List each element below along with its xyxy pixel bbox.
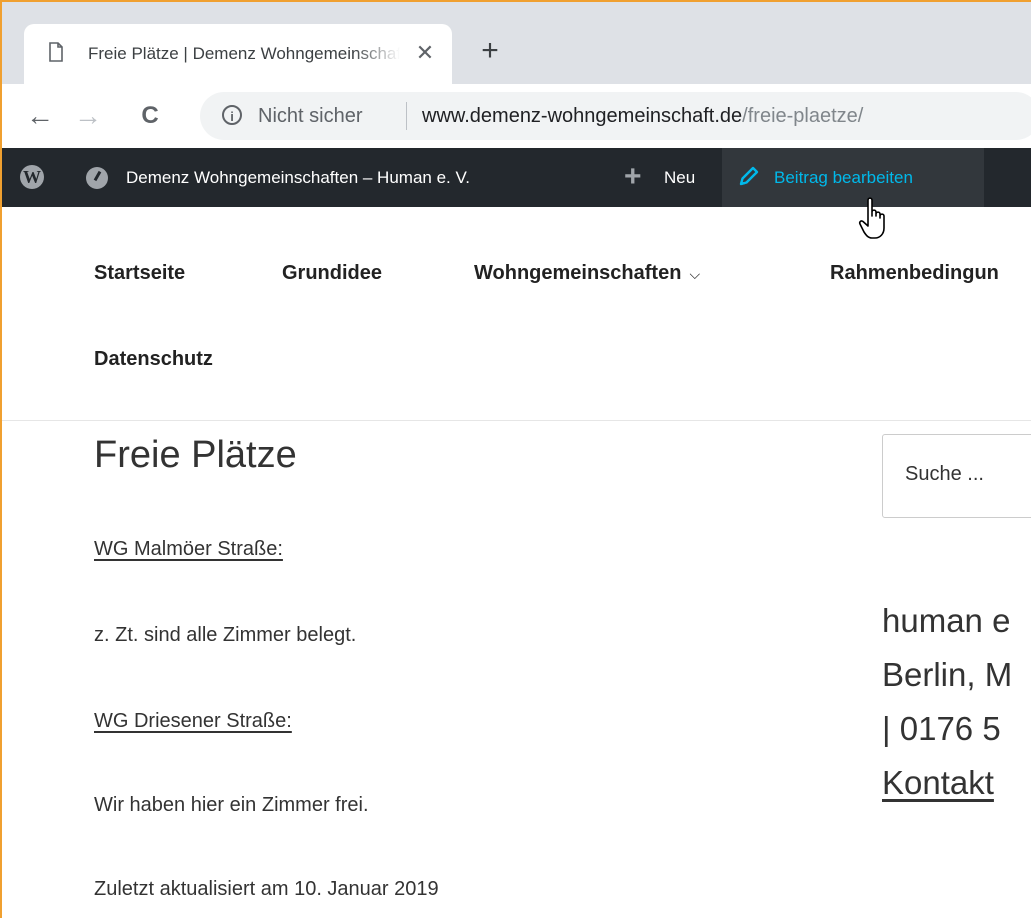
tab-title: Freie Plätze | Demenz Wohngemeinschaften…	[88, 44, 400, 63]
wg-driesener-status: Wir haben hier ein Zimmer frei.	[94, 794, 369, 816]
nav-startseite[interactable]: Startseite	[94, 262, 185, 285]
nav-wohngemeinschaften-label: Wohngemeinschaften	[474, 262, 682, 284]
close-tab-icon[interactable]: ✕	[412, 40, 438, 66]
adminbar-site-name[interactable]: Demenz Wohngemeinschaften – Human e. V.	[126, 148, 470, 207]
nav-wohngemeinschaften[interactable]: Wohngemeinschaften ⌵	[474, 262, 700, 285]
wg-malmoer-status: z. Zt. sind alle Zimmer belegt.	[94, 624, 357, 646]
contact-widget-line: human e	[882, 602, 1011, 639]
wordpress-logo-icon[interactable]: W	[20, 165, 44, 189]
window-border-left	[0, 0, 2, 918]
last-updated-text: Zuletzt aktualisiert am 10. Januar 2019	[94, 878, 439, 900]
search-input[interactable]: Suche ...	[882, 434, 1031, 518]
browser-toolbar: ← → C i Nicht sicher www.demenz-wohngeme…	[2, 84, 1031, 148]
omnibox-divider	[406, 102, 407, 130]
address-bar[interactable]: i Nicht sicher www.demenz-wohngemeinscha…	[200, 92, 1031, 140]
browser-tabstrip: Freie Plätze | Demenz Wohngemeinschaften…	[2, 2, 1031, 86]
header-divider	[2, 420, 1031, 421]
wg-driesener-heading: WG Driesener Straße:	[94, 710, 292, 732]
adminbar-new[interactable]: Neu	[664, 148, 695, 207]
plus-icon[interactable]: +	[624, 148, 642, 207]
contact-widget-line: Berlin, M	[882, 656, 1013, 693]
edit-post-button[interactable]: Beitrag bearbeiten	[722, 148, 984, 207]
dashboard-icon[interactable]	[86, 167, 108, 189]
contact-widget-line: | 0176 5	[882, 710, 1001, 747]
forward-button[interactable]: →	[70, 98, 106, 134]
back-button[interactable]: ←	[22, 98, 58, 134]
nav-datenschutz[interactable]: Datenschutz	[94, 348, 213, 371]
nav-rahmenbedingungen[interactable]: Rahmenbedingun	[830, 262, 999, 285]
url-path: /freie-plaetze/	[742, 105, 864, 127]
url-text[interactable]: www.demenz-wohngemeinschaft.de/freie-pla…	[422, 105, 863, 128]
info-icon[interactable]: i	[222, 105, 242, 125]
nav-grundidee[interactable]: Grundidee	[282, 262, 382, 285]
edit-post-label: Beitrag bearbeiten	[774, 168, 913, 187]
security-label[interactable]: Nicht sicher	[258, 105, 362, 128]
hand-cursor-icon	[858, 197, 885, 239]
reload-button[interactable]: C	[132, 98, 168, 134]
url-host: www.demenz-wohngemeinschaft.de	[422, 105, 743, 127]
pencil-icon	[739, 166, 759, 186]
wg-malmoer-heading: WG Malmöer Straße:	[94, 538, 283, 560]
browser-tab[interactable]: Freie Plätze | Demenz Wohngemeinschaften…	[24, 24, 452, 86]
new-tab-button[interactable]: +	[476, 36, 504, 66]
page-icon	[49, 42, 63, 62]
search-placeholder: Suche ...	[905, 463, 984, 485]
page-title: Freie Plätze	[94, 434, 297, 476]
chevron-down-icon: ⌵	[689, 266, 701, 282]
contact-link[interactable]: Kontakt	[882, 764, 994, 802]
